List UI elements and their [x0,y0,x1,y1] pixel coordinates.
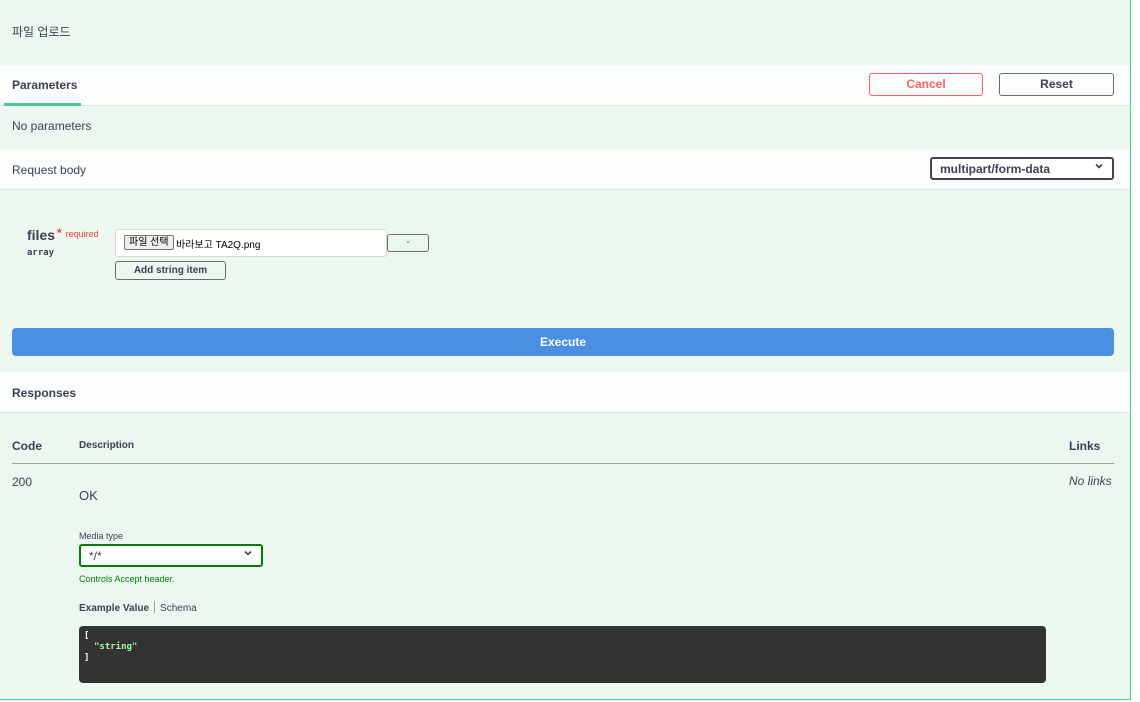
col-header-description: Description [79,440,135,451]
code-line: ] [84,653,90,663]
request-body-header: Request body multipart/form-data [0,149,1130,190]
response-code: 200 [12,475,33,489]
request-body-label: Request body [12,163,87,177]
controls-accept-text: Controls Accept header. [79,574,175,584]
reset-button[interactable]: Reset [999,73,1114,96]
parameters-header: Parameters Cancel Reset [0,65,1130,106]
tab-active-indicator [4,103,81,106]
media-type-select[interactable]: */* [79,544,263,567]
col-header-code: Code [12,439,42,453]
param-required: * required [57,226,99,240]
operation-description: 파일 업로드 [12,25,71,39]
responses-divider [12,463,1114,464]
example-code-block: [ "string"] [79,626,1046,683]
code-line: [ [84,631,90,641]
param-name: files [27,227,56,243]
media-type-label: Media type [79,531,124,541]
col-header-links: Links [1069,439,1101,453]
choose-file-button[interactable]: 파일 선택 [124,235,174,250]
example-tabs: Example Value Schema [79,601,197,614]
remove-item-button[interactable]: - [387,234,429,252]
add-string-item-button[interactable]: Add string item [115,261,226,280]
content-type-select[interactable]: multipart/form-data [930,157,1114,180]
chevron-down-icon [1094,161,1104,174]
code-string: "string" [94,642,138,652]
selected-file-name: 바라보고 TA2Q.png [176,240,261,251]
execute-button[interactable]: Execute [12,328,1114,356]
required-star: * [57,226,62,240]
operation-block: 파일 업로드 Parameters Cancel Reset No parame… [0,0,1131,700]
response-description: OK [79,488,98,503]
tab-schema[interactable]: Schema [160,603,197,614]
responses-title: Responses [12,386,77,400]
chevron-down-icon [243,548,253,561]
content-type-value: multipart/form-data [940,162,1051,176]
file-input[interactable]: 파일 선택 바라보고 TA2Q.png [115,229,387,257]
tab-separator [154,601,156,613]
code-line: "string" [84,642,1041,653]
cancel-button[interactable]: Cancel [869,73,983,96]
tab-example-value[interactable]: Example Value [79,603,149,614]
responses-header: Responses [0,372,1130,413]
response-links: No links [1069,474,1112,488]
no-parameters-text: No parameters [12,119,92,133]
param-type: array [27,248,55,258]
media-type-value: */* [89,549,102,563]
tab-parameters[interactable]: Parameters [4,65,85,105]
required-label: required [65,229,99,239]
